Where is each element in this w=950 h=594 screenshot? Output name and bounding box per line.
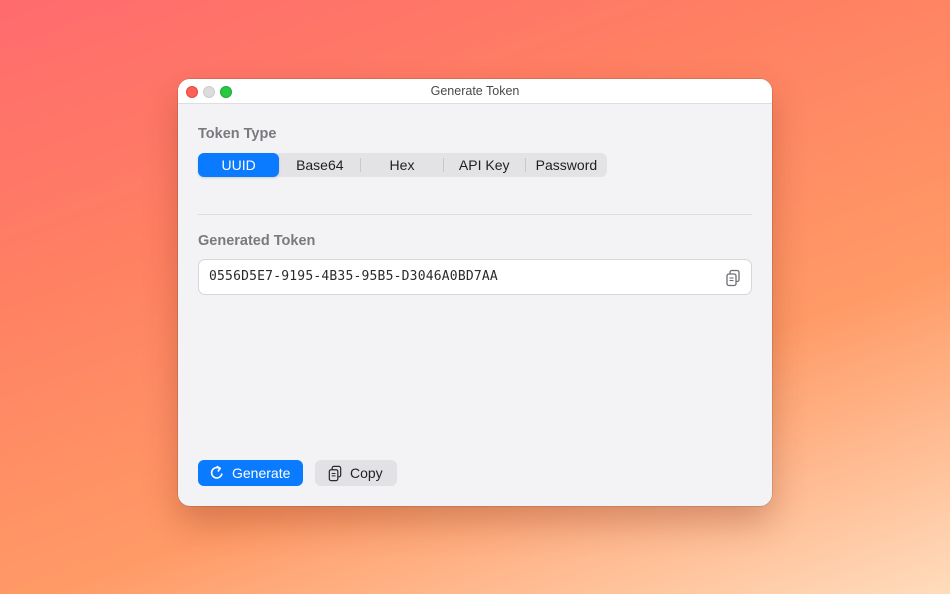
copy-icon	[328, 465, 342, 481]
segment-hex[interactable]: Hex	[361, 153, 442, 177]
window-title: Generate Token	[430, 84, 520, 98]
generated-token-value[interactable]: 0556D5E7-9195-4B35-95B5-D3046A0BD7AA	[209, 269, 498, 284]
token-type-segmented-control: UUID Base64 Hex API Key Password	[198, 153, 607, 177]
titlebar: Generate Token	[178, 79, 772, 104]
refresh-icon	[210, 465, 223, 479]
segment-password[interactable]: Password	[526, 153, 607, 177]
section-divider	[198, 214, 752, 215]
copy-icon[interactable]	[725, 269, 741, 287]
generate-token-window: Generate Token Token Type UUID Base64 He…	[178, 79, 772, 506]
generate-button[interactable]: Generate	[198, 460, 303, 486]
generated-token-field[interactable]: 0556D5E7-9195-4B35-95B5-D3046A0BD7AA	[198, 259, 752, 295]
copy-button[interactable]: Copy	[315, 460, 397, 486]
copy-button-label: Copy	[350, 465, 383, 481]
token-type-label: Token Type	[198, 126, 277, 142]
segment-api-key[interactable]: API Key	[444, 153, 525, 177]
generate-button-label: Generate	[232, 465, 291, 481]
generated-token-label: Generated Token	[198, 233, 316, 249]
segment-base64[interactable]: Base64	[279, 153, 360, 177]
segment-uuid[interactable]: UUID	[198, 153, 280, 177]
